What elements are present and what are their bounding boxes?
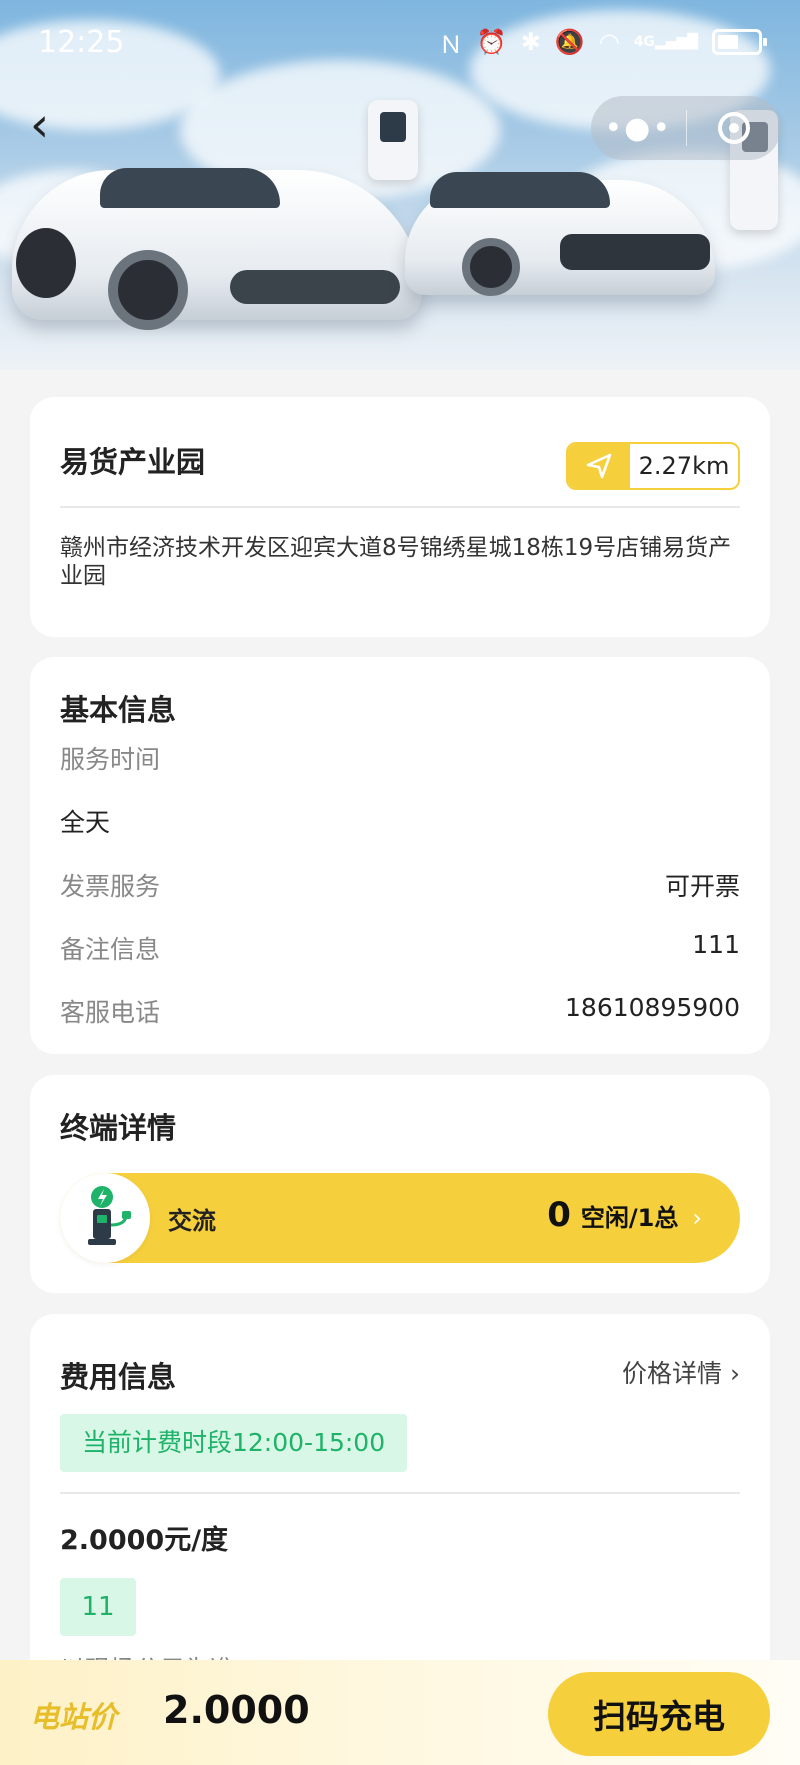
close-miniprogram-icon[interactable]: [687, 112, 782, 144]
car-window: [100, 168, 280, 208]
nfc-icon: Ｎ: [438, 30, 463, 59]
back-arrow-icon[interactable]: ‹: [30, 100, 70, 150]
bottom-action-bar: 电站价 2.0000 扫码充电: [0, 1660, 800, 1765]
station-address: 赣州市经济技术开发区迎宾大道8号锦绣星城18栋19号店铺易货产业园: [60, 535, 732, 589]
signal-icon: 4G▂▄▆█: [633, 34, 698, 50]
chevron-right-icon: ›: [692, 1204, 702, 1232]
station-name: 易货产业园: [60, 445, 206, 479]
divider: [60, 1492, 740, 1494]
navigate-icon: [568, 444, 630, 488]
terminal-count: 0 空闲/1总 ›: [547, 1195, 702, 1235]
terminal-ac-row[interactable]: 交流 0 空闲/1总 ›: [60, 1173, 740, 1263]
scan-charge-button[interactable]: 扫码充电: [548, 1672, 770, 1756]
status-time: 12:25: [38, 24, 125, 60]
mute-icon: 🔕: [554, 28, 585, 56]
divider: [60, 506, 740, 508]
station-card: 易货产业园 2.27km 赣州市经济技术开发区迎宾大道8号锦绣星城18栋19号店…: [30, 397, 770, 637]
bluetooth-icon: ✱: [520, 28, 541, 56]
status-icons: Ｎ ⏰ ✱ 🔕 ◠ 4G▂▄▆█: [438, 25, 767, 60]
price-detail-label: 价格详情: [622, 1359, 723, 1388]
car-grille: [230, 270, 400, 304]
terminal-type: 交流: [168, 1207, 216, 1235]
terminal-card: 终端详情 交流 0 空闲/1总 ›: [30, 1075, 770, 1293]
alarm-icon: ⏰: [476, 28, 507, 56]
more-menu-icon[interactable]: •●•: [591, 111, 686, 146]
station-price-label: 电站价: [30, 1700, 118, 1734]
miniprogram-capsule: •●•: [591, 96, 781, 160]
invoice-value: 可开票: [664, 872, 740, 901]
car-window: [430, 172, 610, 208]
ac-charger-icon: [60, 1173, 150, 1263]
remark-label: 备注信息: [60, 935, 161, 964]
basic-info-card: 基本信息 服务时间 全天 发票服务 可开票 备注信息 111 客服电话 1861…: [30, 657, 770, 1054]
phone-label: 客服电话: [60, 998, 161, 1027]
free-count: 0: [547, 1195, 571, 1235]
remark-value: 111: [692, 930, 740, 959]
service-time-label: 服务时间: [60, 745, 161, 774]
count-suffix: 空闲/1总: [580, 1204, 679, 1232]
terminal-title: 终端详情: [60, 1111, 177, 1145]
car-wheel: [16, 228, 76, 298]
fee-title: 费用信息: [60, 1360, 177, 1394]
price-detail-link[interactable]: 价格详情 ›: [622, 1354, 740, 1390]
car-wheel: [108, 250, 188, 330]
battery-icon: [712, 29, 767, 55]
price-tag-badge: 11: [60, 1578, 136, 1636]
distance-value: 2.27km: [638, 452, 730, 480]
invoice-label: 发票服务: [60, 872, 161, 901]
phone-value[interactable]: 18610895900: [565, 993, 740, 1022]
current-period-badge: 当前计费时段12:00-15:00: [60, 1414, 408, 1472]
car-wheel: [462, 238, 520, 296]
car-grille: [560, 234, 710, 270]
basic-info-title: 基本信息: [60, 693, 177, 727]
status-bar: 12:25 Ｎ ⏰ ✱ 🔕 ◠ 4G▂▄▆█: [0, 0, 800, 84]
distance-navigate-button[interactable]: 2.27km: [566, 442, 740, 490]
wifi-icon: ◠: [598, 28, 620, 56]
service-time-value: 全天: [60, 808, 111, 837]
chevron-right-icon: ›: [730, 1359, 740, 1388]
hero-banner: 12:25 Ｎ ⏰ ✱ 🔕 ◠ 4G▂▄▆█ ‹ •●•: [0, 0, 800, 370]
unit-price: 2.0000元/度: [60, 1525, 229, 1556]
station-price-value: 2.0000: [163, 1688, 310, 1732]
charger-station-image: [368, 100, 418, 180]
page: 12:25 Ｎ ⏰ ✱ 🔕 ◠ 4G▂▄▆█ ‹ •●• 易货产业园 2.27k…: [0, 0, 800, 1765]
